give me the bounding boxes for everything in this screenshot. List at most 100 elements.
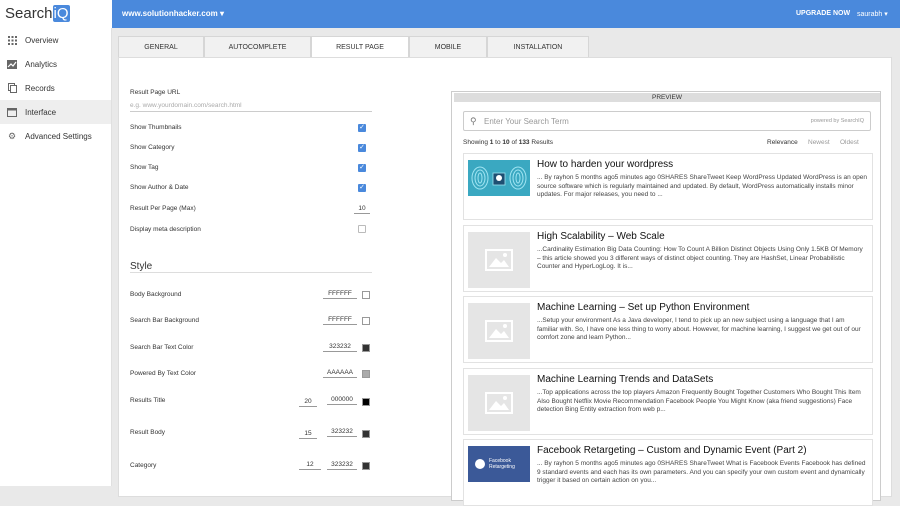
gear-icon: ⚙ bbox=[7, 130, 17, 141]
category-color-input[interactable]: 323232 bbox=[327, 460, 357, 470]
placeholder-image-icon bbox=[468, 375, 530, 431]
result-body-swatch[interactable] bbox=[362, 430, 370, 438]
show-author-date-checkbox[interactable]: ✓ bbox=[358, 184, 366, 192]
result-body: ... By rayhon 5 months ago5 minutes ago … bbox=[537, 174, 867, 198]
result-body: ...Cardinality Estimation Big Data Count… bbox=[537, 246, 863, 270]
upgrade-button[interactable]: UPGRADE NOW bbox=[796, 10, 850, 17]
sort-relevance[interactable]: Relevance bbox=[767, 139, 798, 146]
sort-newest[interactable]: Newest bbox=[808, 139, 830, 146]
tab-autocomplete[interactable]: AUTOCOMPLETE bbox=[204, 36, 311, 58]
sidebar-item-analytics[interactable]: Analytics bbox=[0, 52, 111, 76]
body-background-label: Body Background bbox=[130, 291, 182, 298]
powered-by-color-input[interactable]: AAAAAA bbox=[323, 368, 357, 378]
sidebar-item-records[interactable]: Records bbox=[0, 76, 111, 100]
result-page-url-label: Result Page URL bbox=[130, 89, 181, 96]
result-body: ...Setup your environment As a Java deve… bbox=[537, 317, 861, 341]
show-author-date-label: Show Author & Date bbox=[130, 184, 189, 191]
results-title-color-input[interactable]: 000000 bbox=[327, 395, 357, 405]
result-body: ...Top applications across the top playe… bbox=[537, 389, 861, 413]
powered-by-color-swatch[interactable] bbox=[362, 370, 370, 378]
settings-panel: Result Page URL e.g. www.yourdomain.com/… bbox=[118, 57, 892, 506]
sidebar-item-overview[interactable]: Overview bbox=[0, 28, 111, 52]
show-tag-checkbox[interactable]: ✓ bbox=[358, 164, 366, 172]
style-heading: Style bbox=[130, 261, 153, 272]
result-title[interactable]: Facebook Retargeting – Custom and Dynami… bbox=[537, 445, 807, 456]
body-background-input[interactable]: FFFFFF bbox=[323, 289, 357, 299]
tab-general[interactable]: GENERAL bbox=[118, 36, 204, 58]
preview-panel: PREVIEW ⚲ Enter Your Search Term powered… bbox=[451, 91, 881, 506]
sidebar-item-label: Interface bbox=[25, 107, 57, 117]
sidebar-item-label: Overview bbox=[25, 35, 59, 45]
result-per-page-input[interactable]: 10 bbox=[354, 204, 370, 214]
chart-icon bbox=[7, 59, 17, 69]
show-category-checkbox[interactable]: ✓ bbox=[358, 144, 366, 152]
result-page-url-input[interactable]: e.g. www.yourdomain.com/search.html bbox=[130, 100, 372, 112]
search-bar-background-input[interactable]: FFFFFF bbox=[323, 315, 357, 325]
search-bar-background-swatch[interactable] bbox=[362, 317, 370, 325]
category-swatch[interactable] bbox=[362, 462, 370, 470]
divider bbox=[130, 272, 372, 273]
sort-oldest[interactable]: Oldest bbox=[840, 139, 859, 146]
logo-text: Search bbox=[5, 5, 53, 22]
result-thumbnail: Facebook Retargeting bbox=[468, 446, 530, 482]
result-body-label: Result Body bbox=[130, 429, 166, 436]
sidebar: Overview Analytics Records Interface ⚙ A… bbox=[0, 28, 112, 486]
preview-search-box[interactable]: ⚲ Enter Your Search Term powered by Sear… bbox=[463, 111, 871, 131]
result-title[interactable]: Machine Learning Trends and DataSets bbox=[537, 374, 713, 385]
search-placeholder: Enter Your Search Term bbox=[484, 117, 569, 126]
results-title-size-input[interactable]: 20 bbox=[299, 397, 317, 407]
powered-by-color-label: Powered By Text Color bbox=[130, 370, 196, 377]
facebook-icon bbox=[475, 459, 485, 469]
body-background-swatch[interactable] bbox=[362, 291, 370, 299]
category-label: Category bbox=[130, 462, 157, 469]
domain-selector[interactable]: www.solutionhacker.com ▾ bbox=[122, 9, 224, 18]
tab-bar: GENERAL AUTOCOMPLETE RESULT PAGE MOBILE … bbox=[118, 36, 589, 58]
results-count: Showing 1 to 10 of 133 Results bbox=[463, 139, 554, 146]
powered-by-text: powered by SearchIQ bbox=[810, 118, 864, 124]
placeholder-image-icon bbox=[468, 232, 530, 288]
result-title[interactable]: Machine Learning – Set up Python Environ… bbox=[537, 302, 749, 313]
sidebar-item-advanced-settings[interactable]: ⚙ Advanced Settings bbox=[0, 124, 111, 148]
search-bar-text-color-label: Search Bar Text Color bbox=[130, 344, 194, 351]
search-icon: ⚲ bbox=[470, 116, 477, 126]
sidebar-item-label: Advanced Settings bbox=[25, 131, 92, 141]
grid-icon bbox=[7, 35, 17, 45]
results-title-swatch[interactable] bbox=[362, 398, 370, 406]
sidebar-item-label: Records bbox=[25, 83, 55, 93]
top-bar: SearchiQ www.solutionhacker.com ▾ UPGRAD… bbox=[0, 0, 900, 28]
user-menu[interactable]: saurabh ▾ bbox=[857, 10, 888, 18]
copy-icon bbox=[7, 83, 17, 93]
placeholder-image-icon bbox=[468, 303, 530, 359]
category-size-input[interactable]: 12 bbox=[299, 460, 321, 470]
display-meta-label: Display meta description bbox=[130, 226, 201, 233]
fingerprint-lock-image bbox=[471, 166, 527, 190]
tab-mobile[interactable]: MOBILE bbox=[409, 36, 487, 58]
show-category-label: Show Category bbox=[130, 144, 175, 151]
display-meta-checkbox[interactable] bbox=[358, 225, 366, 233]
result-body-color-input[interactable]: 323232 bbox=[327, 427, 357, 437]
result-item[interactable]: Machine Learning – Set up Python Environ… bbox=[463, 296, 873, 363]
tab-installation[interactable]: INSTALLATION bbox=[487, 36, 589, 58]
result-body: ... By rayhon 5 months ago5 minutes ago … bbox=[537, 460, 866, 484]
show-thumbnails-label: Show Thumbnails bbox=[130, 124, 182, 131]
result-per-page-label: Result Per Page (Max) bbox=[130, 205, 196, 212]
results-title-label: Results Title bbox=[130, 397, 166, 404]
search-bar-text-color-input[interactable]: 323232 bbox=[323, 342, 357, 352]
show-thumbnails-checkbox[interactable]: ✓ bbox=[358, 124, 366, 132]
result-item[interactable]: Facebook Retargeting Facebook Retargetin… bbox=[463, 439, 873, 506]
tab-result-page[interactable]: RESULT PAGE bbox=[311, 36, 409, 58]
result-body-size-input[interactable]: 15 bbox=[299, 429, 317, 439]
logo[interactable]: SearchiQ bbox=[0, 0, 112, 28]
preview-header: PREVIEW bbox=[454, 93, 880, 102]
sidebar-item-interface[interactable]: Interface bbox=[0, 100, 111, 124]
result-title[interactable]: High Scalability – Web Scale bbox=[537, 231, 665, 242]
result-item[interactable]: Machine Learning Trends and DataSets ...… bbox=[463, 368, 873, 435]
result-item[interactable]: How to harden your wordpress ... By rayh… bbox=[463, 153, 873, 220]
thumbnail-caption: Facebook Retargeting bbox=[489, 458, 515, 470]
result-item[interactable]: High Scalability – Web Scale ...Cardinal… bbox=[463, 225, 873, 292]
search-bar-background-label: Search Bar Background bbox=[130, 317, 200, 324]
show-tag-label: Show Tag bbox=[130, 164, 159, 171]
logo-accent: iQ bbox=[52, 5, 70, 22]
search-bar-text-color-swatch[interactable] bbox=[362, 344, 370, 352]
result-title[interactable]: How to harden your wordpress bbox=[537, 159, 673, 170]
